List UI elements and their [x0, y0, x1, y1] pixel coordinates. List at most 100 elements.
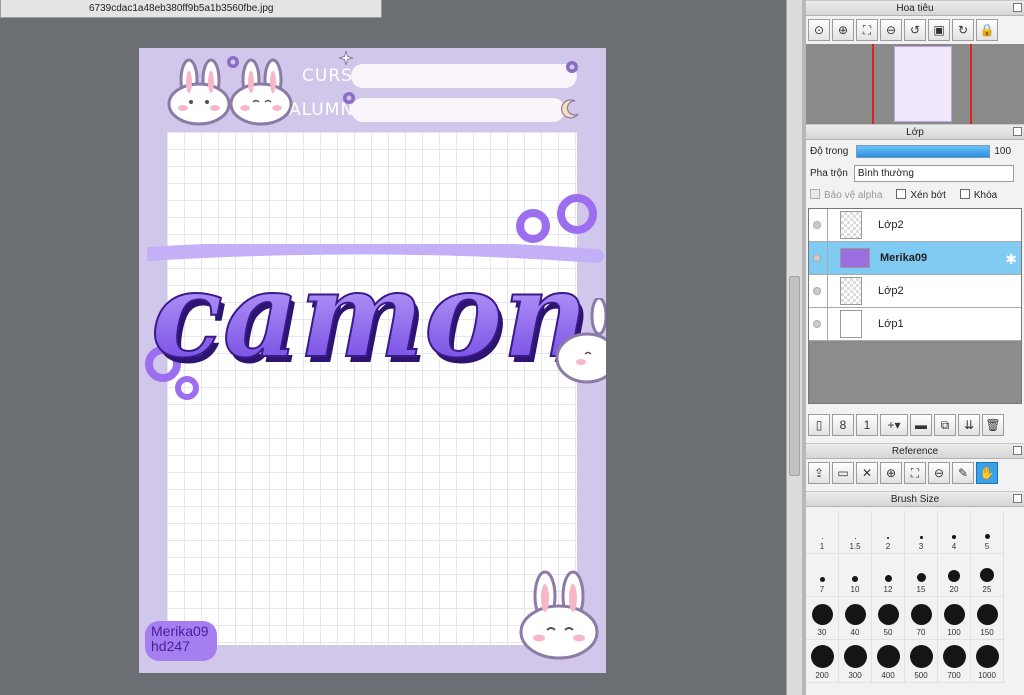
zoom-out-icon[interactable]: ⊖	[880, 19, 902, 41]
right-panels: Hoa tiêu ⊙ ⊕ ⛶ ⊖ ↺ ▣ ↻ 🔒 Lớp Độ trong 10…	[806, 0, 1024, 695]
brush-size-option[interactable]: 50	[872, 597, 905, 640]
brush-size-option[interactable]: 150	[971, 597, 1004, 640]
flower-sticker	[343, 92, 355, 104]
brush-size-option[interactable]: 700	[938, 640, 971, 683]
brush-size-option[interactable]: 25	[971, 554, 1004, 597]
duplicate-layer-icon[interactable]: ⧉	[934, 414, 956, 436]
visibility-icon[interactable]	[813, 221, 821, 229]
brush-size-label: 500	[914, 671, 928, 680]
zoom-in-icon[interactable]: ⊕	[880, 462, 902, 484]
lock-label: Khóa	[973, 190, 998, 201]
clipping-checkbox[interactable]	[896, 189, 907, 199]
opacity-slider[interactable]	[856, 144, 991, 158]
fit-icon[interactable]: ⛶	[904, 462, 926, 484]
merge-down-icon[interactable]: ⇊	[958, 414, 980, 436]
lock-icon[interactable]: 🔒	[976, 19, 998, 41]
brush-size-option[interactable]: 1	[806, 511, 839, 554]
add-layer-menu-icon[interactable]: +▾	[880, 414, 908, 436]
bunny-sticker-peek	[555, 298, 606, 384]
brush-size-option[interactable]: 70	[905, 597, 938, 640]
brush-size-label: 5	[984, 542, 990, 551]
gear-icon[interactable]: ✱	[1005, 251, 1017, 268]
popout-icon[interactable]	[1013, 127, 1022, 136]
scrollbar-thumb[interactable]	[789, 276, 800, 476]
protect-alpha-checkbox[interactable]	[810, 189, 820, 199]
brush-size-option[interactable]: 1.5	[839, 511, 872, 554]
navigator-preview[interactable]	[806, 44, 1024, 124]
zoom-in-icon[interactable]: ⊕	[832, 19, 854, 41]
popout-icon[interactable]	[1013, 494, 1022, 503]
blend-mode-select[interactable]: Bình thường	[853, 164, 1014, 182]
brush-size-option[interactable]: 10	[839, 554, 872, 597]
brush-size-label: 150	[980, 628, 994, 637]
open-folder-icon[interactable]: ▭	[832, 462, 854, 484]
brush-dot	[910, 604, 932, 625]
brush-dot	[821, 538, 823, 539]
brush-size-option[interactable]: 40	[839, 597, 872, 640]
brush-size-option[interactable]: 3	[905, 511, 938, 554]
folder-icon[interactable]: ▬	[910, 414, 932, 436]
brush-size-label: 200	[815, 671, 829, 680]
title-text: camon	[151, 245, 589, 384]
hand-icon[interactable]: ✋	[976, 462, 998, 484]
zoom-actual-icon[interactable]: ⊙	[808, 19, 830, 41]
canvas-area[interactable]: 6739cdac1a48eb380ff9b5a1b3560fbe.jpg CUR…	[0, 0, 786, 695]
flip-icon[interactable]: ▣	[928, 19, 950, 41]
rotate-right-icon[interactable]: ↻	[952, 19, 974, 41]
layer-row[interactable]: Lớp1	[809, 307, 1021, 341]
brush-size-option[interactable]: 100	[938, 597, 971, 640]
visibility-icon[interactable]	[813, 320, 821, 328]
brush-size-label: 20	[949, 585, 959, 594]
layer-thumbnail	[840, 277, 862, 305]
brush-dot	[854, 538, 856, 539]
navigator-thumbnail	[894, 46, 952, 122]
visibility-icon[interactable]	[813, 254, 821, 262]
brush-size-option[interactable]: 200	[806, 640, 839, 683]
new-layer-icon[interactable]: ▯	[808, 414, 830, 436]
brush-size-option[interactable]: 400	[872, 640, 905, 683]
layer-row[interactable]: Lớp2	[809, 274, 1021, 308]
layer-row[interactable]: Lớp2	[809, 208, 1021, 242]
brush-dot	[975, 645, 999, 668]
brush-size-option[interactable]: 20	[938, 554, 971, 597]
file-tab[interactable]: 6739cdac1a48eb380ff9b5a1b3560fbe.jpg	[0, 0, 382, 18]
document-page[interactable]: CURSO: ALUMNO: camon camon Merika09 hd24…	[139, 48, 606, 673]
brush-size-option[interactable]: 4	[938, 511, 971, 554]
canvas-vertical-scrollbar[interactable]	[786, 0, 802, 695]
brush-size-label: 70	[916, 628, 926, 637]
visibility-icon[interactable]	[813, 287, 821, 295]
popout-icon[interactable]	[1013, 446, 1022, 455]
brush-size-option[interactable]: 2	[872, 511, 905, 554]
course-field[interactable]	[351, 64, 577, 88]
brush-dot	[819, 577, 825, 582]
brush-size-option[interactable]: 12	[872, 554, 905, 597]
brush-size-option[interactable]: 30	[806, 597, 839, 640]
brush-dot	[919, 536, 923, 539]
rotate-left-icon[interactable]: ↺	[904, 19, 926, 41]
brush-size-option[interactable]: 500	[905, 640, 938, 683]
brush-size-option[interactable]: 5	[971, 511, 1004, 554]
brush-size-option[interactable]: 300	[839, 640, 872, 683]
sparkle-icon	[339, 51, 353, 65]
close-icon[interactable]: ✕	[856, 462, 878, 484]
brush-size-label: 300	[848, 671, 862, 680]
brush-size-label: 15	[916, 585, 926, 594]
brush-size-option[interactable]: 7	[806, 554, 839, 597]
brush-size-option[interactable]: 1000	[971, 640, 1004, 683]
layer-row[interactable]: Merika09 ✱	[809, 241, 1021, 275]
flower-sticker	[227, 56, 239, 68]
brush-dot	[942, 645, 966, 668]
brush-size-option[interactable]: 15	[905, 554, 938, 597]
brush-size-label: 700	[947, 671, 961, 680]
new-1bit-layer-icon[interactable]: 1	[856, 414, 878, 436]
eyedropper-icon[interactable]: ✎	[952, 462, 974, 484]
fit-icon[interactable]: ⛶	[856, 19, 878, 41]
lock-checkbox[interactable]	[959, 189, 970, 199]
popout-icon[interactable]	[1013, 3, 1022, 12]
layer-list: Lớp2 Merika09 ✱ Lớp2 Lớp1	[808, 208, 1022, 404]
upload-icon[interactable]: ⇪	[808, 462, 830, 484]
student-field[interactable]	[351, 98, 565, 122]
new-8bit-layer-icon[interactable]: 8	[832, 414, 854, 436]
delete-layer-icon[interactable]: 🗑	[982, 414, 1004, 436]
zoom-out-icon[interactable]: ⊖	[928, 462, 950, 484]
